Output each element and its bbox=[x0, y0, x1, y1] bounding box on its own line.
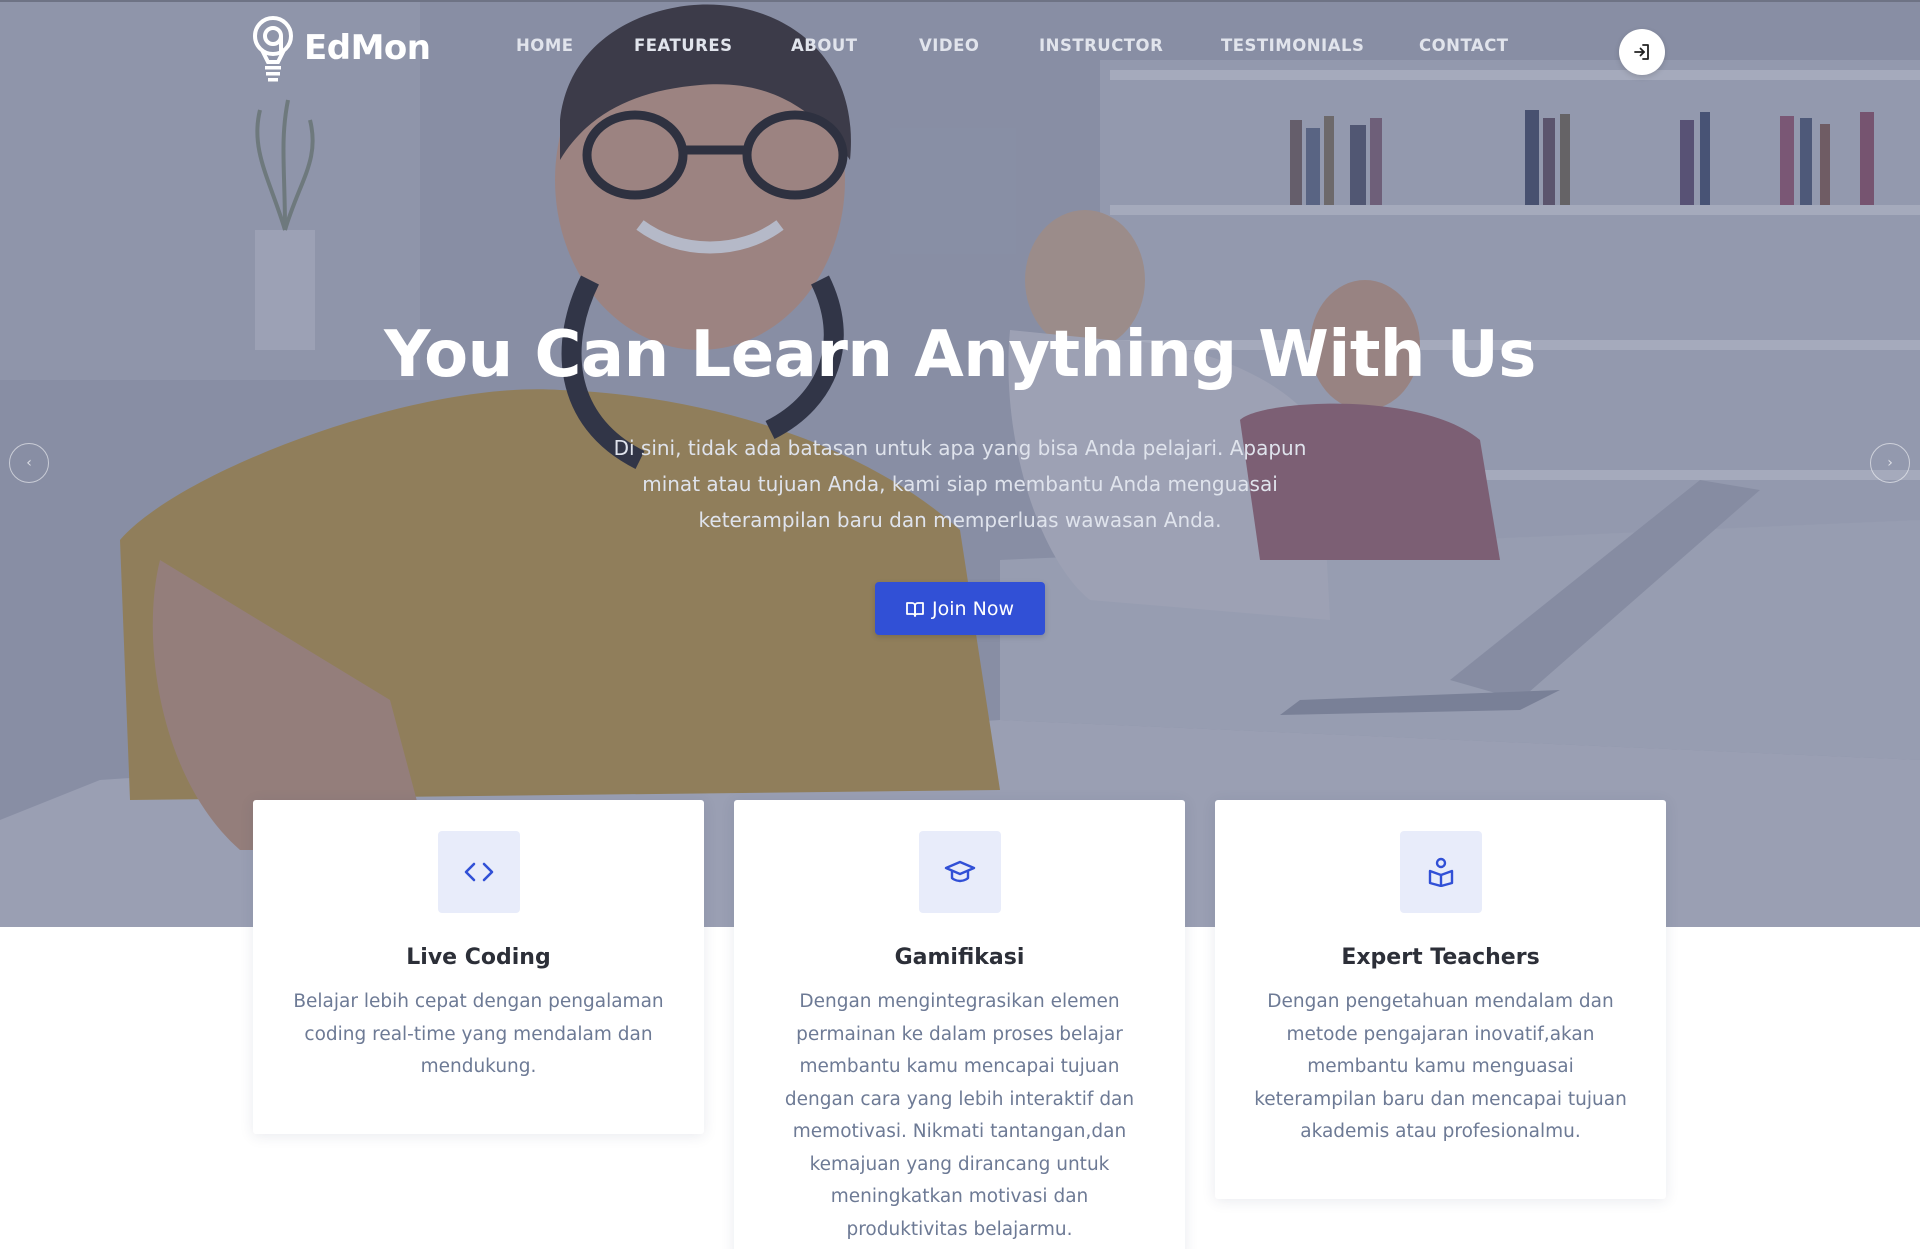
feature-title: Live Coding bbox=[406, 945, 551, 970]
code-icon bbox=[464, 862, 494, 882]
nav-item-testimonials[interactable]: TESTIMONIALS bbox=[1221, 36, 1364, 55]
nav-item-contact[interactable]: CONTACT bbox=[1419, 36, 1509, 55]
feature-card-live-coding: Live Coding Belajar lebih cepat dengan p… bbox=[253, 800, 704, 1134]
carousel-next-button[interactable]: › bbox=[1870, 443, 1910, 483]
book-icon bbox=[906, 601, 924, 617]
teacher-icon bbox=[1428, 857, 1454, 887]
nav-item-home[interactable]: HOME bbox=[516, 36, 574, 55]
feature-icon-box bbox=[919, 831, 1001, 913]
nav-item-features[interactable]: FEATURES bbox=[634, 36, 733, 55]
feature-description: Dengan pengetahuan mendalam dan metode p… bbox=[1254, 991, 1627, 1142]
hero-description: Di sini, tidak ada batasan untuk apa yan… bbox=[613, 436, 1307, 532]
hero-title: You Can Learn Anything With Us bbox=[384, 318, 1536, 392]
feature-card-gamifikasi: Gamifikasi Dengan mengintegrasikan eleme… bbox=[734, 800, 1185, 1249]
feature-title: Gamifikasi bbox=[894, 945, 1025, 970]
feature-description: Belajar lebih cepat dengan pengalaman co… bbox=[293, 991, 664, 1077]
nav-item-instructor[interactable]: INSTRUCTOR bbox=[1039, 36, 1163, 55]
login-button[interactable] bbox=[1619, 29, 1665, 75]
feature-description: Dengan mengintegrasikan elemen permainan… bbox=[784, 991, 1135, 1240]
sign-in-icon bbox=[1634, 44, 1649, 60]
feature-title: Expert Teachers bbox=[1341, 945, 1540, 970]
feature-card-expert-teachers: Expert Teachers Dengan pengetahuan menda… bbox=[1215, 800, 1666, 1199]
carousel-prev-button[interactable]: ‹ bbox=[9, 443, 49, 483]
chevron-left-icon: ‹ bbox=[26, 455, 32, 471]
graduation-cap-icon bbox=[944, 860, 976, 883]
nav-item-video[interactable]: VIDEO bbox=[919, 36, 979, 55]
feature-icon-box bbox=[1400, 831, 1482, 913]
nav-item-about[interactable]: ABOUT bbox=[791, 36, 858, 55]
join-now-button[interactable]: Join Now bbox=[875, 582, 1045, 635]
join-now-label: Join Now bbox=[932, 597, 1014, 620]
hero-section: EdMon HOME FEATURES ABOUT VIDEO INSTRUCT… bbox=[0, 0, 1920, 927]
feature-icon-box bbox=[438, 831, 520, 913]
navbar: EdMon HOME FEATURES ABOUT VIDEO INSTRUCT… bbox=[0, 0, 1920, 96]
chevron-right-icon: › bbox=[1887, 455, 1893, 471]
